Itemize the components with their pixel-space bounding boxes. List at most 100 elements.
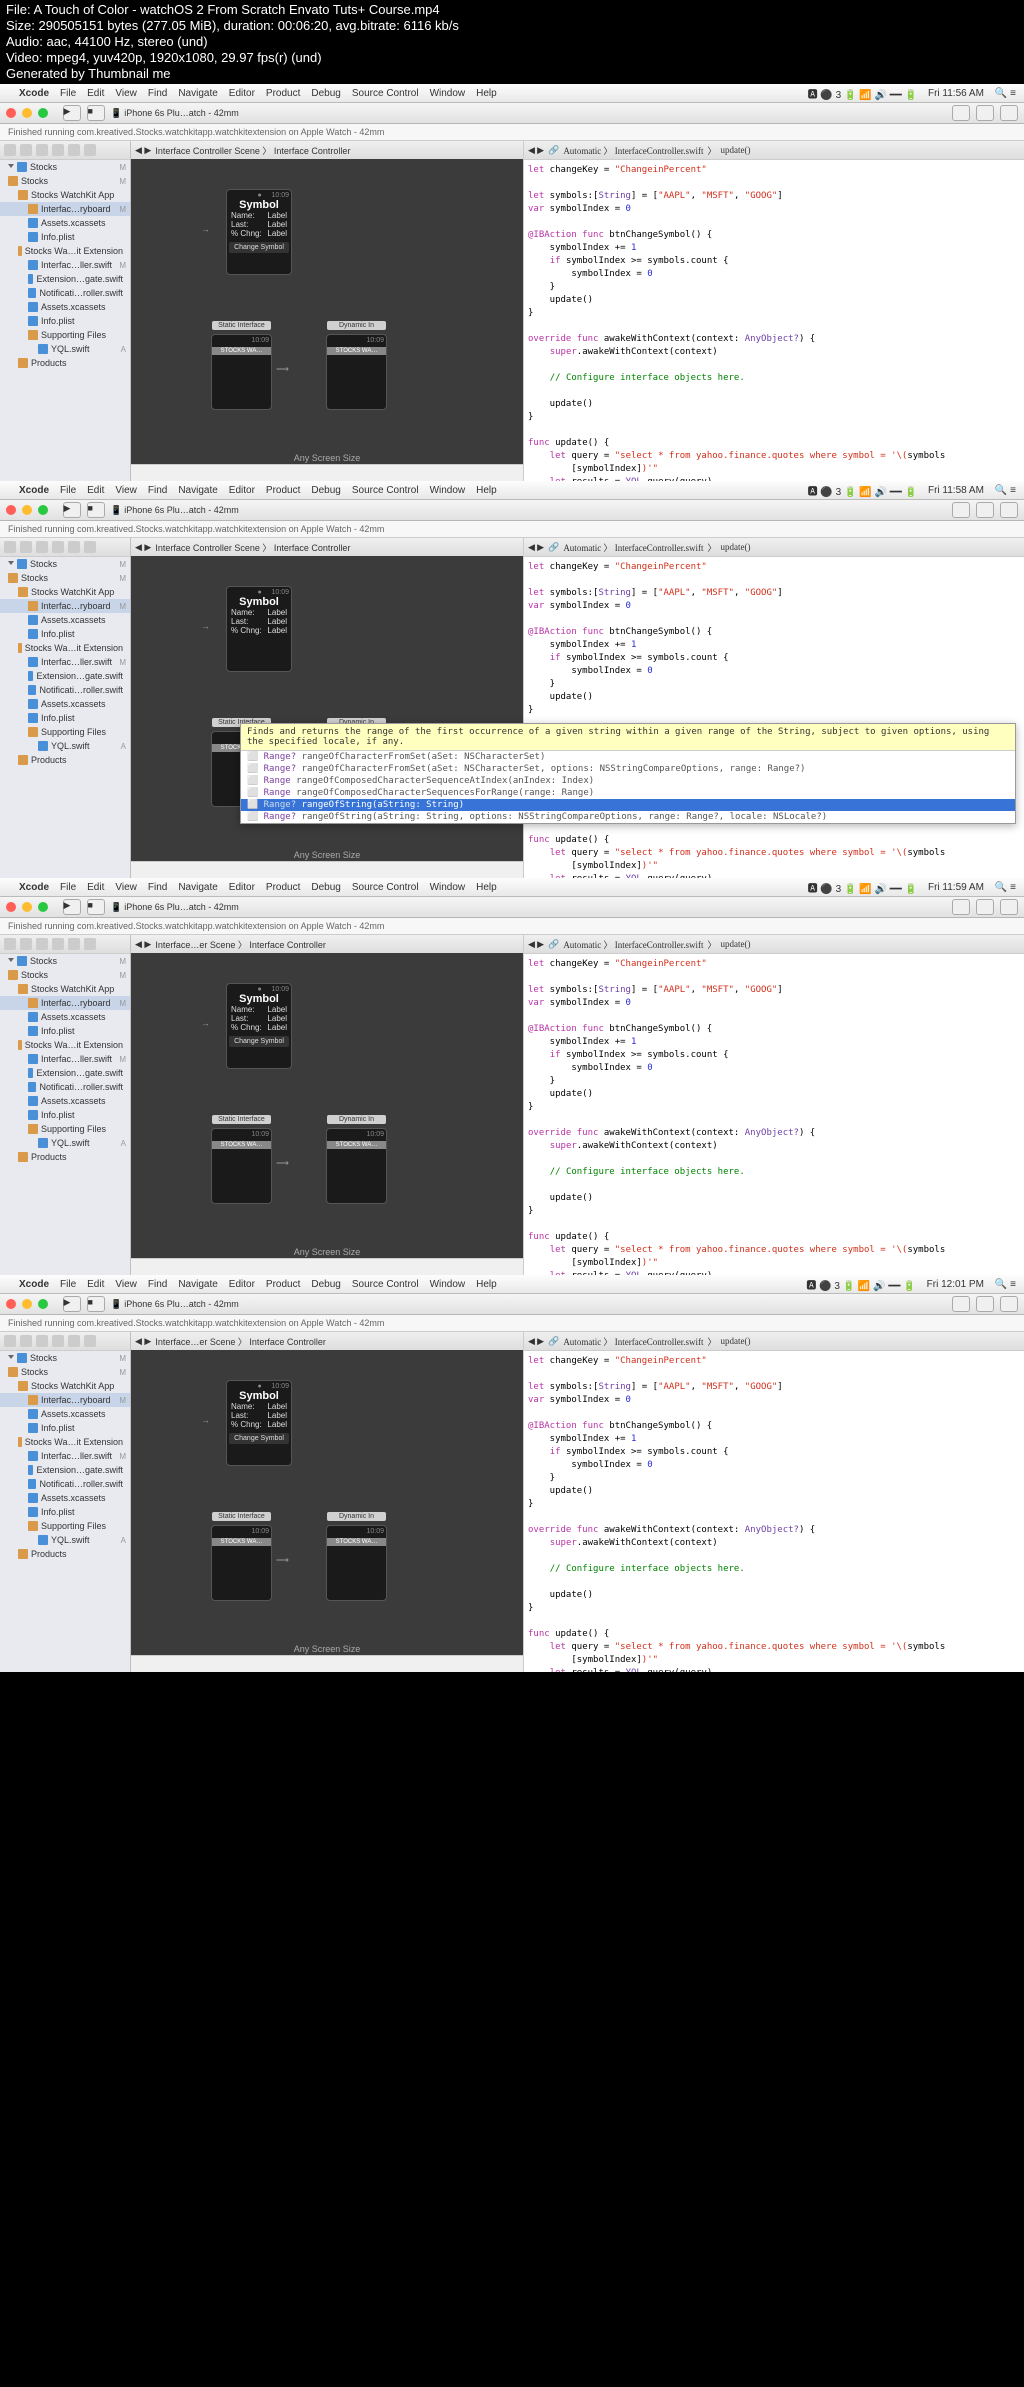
nav-item[interactable]: Interfac…ryboardM [0,599,130,613]
close-button[interactable] [6,902,16,912]
autocomplete-option[interactable]: ⬜ Range? rangeOfString(aString: String) [241,799,1015,811]
stop-button[interactable]: ■ [87,502,105,518]
nav-item[interactable]: Assets.xcassets [0,613,130,627]
interface-builder[interactable]: ◀ ▶Interface Controller Scene 〉 Interfac… [131,141,523,481]
nav-item[interactable]: Products [0,356,130,370]
change-symbol-button[interactable]: Change Symbol [229,1036,289,1047]
run-button[interactable]: ▶ [63,899,81,915]
minimize-button[interactable] [22,108,32,118]
app-menu[interactable]: Xcode [19,88,49,99]
nav-item[interactable]: Info.plist [0,230,130,244]
watch-preview-static[interactable]: Static Interface10:09STOCKS WA…Alert Lab… [211,1525,272,1601]
menu-item[interactable]: Window [430,882,466,893]
menu-item[interactable]: Editor [229,882,255,893]
close-button[interactable] [6,108,16,118]
app-menu[interactable]: Xcode [19,882,49,893]
menu-item[interactable]: Help [476,1279,497,1290]
project-navigator[interactable]: StocksMStocksMStocks WatchKit AppInterfa… [0,538,131,878]
zoom-button[interactable] [38,108,48,118]
menu-item[interactable]: Edit [87,882,104,893]
autocomplete-option[interactable]: ⬜ Range? rangeOfString(aString: String, … [241,811,1015,823]
nav-item[interactable]: Extension…gate.swift [0,1463,130,1477]
nav-item[interactable]: Extension…gate.swift [0,1066,130,1080]
menu-item[interactable]: View [115,485,137,496]
nav-item[interactable]: Products [0,1547,130,1561]
menu-item[interactable]: Find [148,1279,167,1290]
nav-item[interactable]: YQL.swiftA [0,1533,130,1547]
menubar[interactable]: XcodeFileEditViewFindNavigateEditorProdu… [0,84,1024,103]
breadcrumb[interactable]: Interface Controller Scene 〉 Interface C… [155,144,350,157]
nav-item[interactable]: Stocks Wa…it Extension [0,641,130,655]
autocomplete-option[interactable]: ⬜ Range rangeOfComposedCharacterSequence… [241,787,1015,799]
menu-item[interactable]: Navigate [178,485,217,496]
menu-item[interactable]: Debug [311,882,340,893]
menu-item[interactable]: Editor [229,485,255,496]
window-titlebar[interactable]: ▶■📱 iPhone 6s Plu…atch - 42mm [0,1294,1024,1315]
menu-item[interactable]: Navigate [178,1279,217,1290]
menu-item[interactable]: Product [266,882,300,893]
nav-item[interactable]: Stocks WatchKit App [0,188,130,202]
project-navigator[interactable]: StocksMStocksMStocks WatchKit AppInterfa… [0,141,131,481]
change-symbol-button[interactable]: Change Symbol [229,242,289,253]
nav-item[interactable]: Info.plist [0,1505,130,1519]
watch-preview-main[interactable]: ● 10:09SymbolName:LabelLast:Label% Chng:… [226,983,292,1069]
nav-item[interactable]: YQL.swiftA [0,1136,130,1150]
nav-item[interactable]: StocksM [0,174,130,188]
menu-item[interactable]: Edit [87,88,104,99]
nav-item[interactable]: Info.plist [0,1421,130,1435]
menu-item[interactable]: Editor [229,88,255,99]
nav-item[interactable]: StocksM [0,571,130,585]
window-titlebar[interactable]: ▶■📱 iPhone 6s Plu…atch - 42mm [0,103,1024,124]
change-symbol-button[interactable]: Change Symbol [229,1433,289,1444]
menu-item[interactable]: View [115,882,137,893]
nav-root[interactable]: StocksM [0,160,130,174]
code-editor[interactable]: let changeKey = "ChangeinPercent" let sy… [524,954,1024,1275]
nav-item[interactable]: Info.plist [0,1024,130,1038]
nav-item[interactable]: Products [0,753,130,767]
menu-item[interactable]: Edit [87,1279,104,1290]
nav-item[interactable]: StocksM [0,1365,130,1379]
watch-preview-dynamic[interactable]: Dynamic In10:09STOCKS WA…Alert Label [326,334,387,410]
app-menu[interactable]: Xcode [19,485,49,496]
breadcrumb[interactable]: Interface…er Scene 〉 Interface Controlle… [155,938,326,951]
stop-button[interactable]: ■ [87,899,105,915]
editor-breadcrumb[interactable]: ◀ ▶ 🔗 Automatic 〉 InterfaceController.sw… [524,141,1024,160]
interface-builder[interactable]: ◀ ▶Interface…er Scene 〉 Interface Contro… [131,935,523,1275]
editor-breadcrumb[interactable]: ◀ ▶ 🔗 Automatic 〉 InterfaceController.sw… [524,935,1024,954]
menu-item[interactable]: Window [430,1279,466,1290]
nav-item[interactable]: Extension…gate.swift [0,272,130,286]
nav-item[interactable]: Stocks WatchKit App [0,585,130,599]
menu-item[interactable]: Help [476,88,497,99]
menubar[interactable]: XcodeFileEditViewFindNavigateEditorProdu… [0,878,1024,897]
stop-button[interactable]: ■ [87,1296,105,1312]
editor-breadcrumb[interactable]: ◀ ▶ 🔗 Automatic 〉 InterfaceController.sw… [524,1332,1024,1351]
nav-item[interactable]: Interfac…ller.swiftM [0,1052,130,1066]
nav-root[interactable]: StocksM [0,954,130,968]
menu-item[interactable]: Find [148,485,167,496]
menu-item[interactable]: Find [148,882,167,893]
menu-item[interactable]: File [60,1279,76,1290]
watch-preview-main[interactable]: ● 10:09SymbolName:LabelLast:Label% Chng:… [226,189,292,275]
menu-item[interactable]: Source Control [352,485,419,496]
interface-builder[interactable]: ◀ ▶Interface Controller Scene 〉 Interfac… [131,538,523,878]
scheme-selector[interactable]: 📱 iPhone 6s Plu…atch - 42mm [111,505,239,516]
close-button[interactable] [6,505,16,515]
window-titlebar[interactable]: ▶■📱 iPhone 6s Plu…atch - 42mm [0,500,1024,521]
nav-item[interactable]: YQL.swiftA [0,342,130,356]
menu-item[interactable]: Source Control [352,882,419,893]
nav-item[interactable]: Supporting Files [0,328,130,342]
nav-item[interactable]: Interfac…ryboardM [0,996,130,1010]
nav-item[interactable]: Products [0,1150,130,1164]
nav-item[interactable]: Stocks WatchKit App [0,1379,130,1393]
menu-item[interactable]: Navigate [178,88,217,99]
code-editor[interactable]: let changeKey = "ChangeinPercent" let sy… [524,160,1024,481]
menu-item[interactable]: Source Control [352,1279,419,1290]
menubar[interactable]: XcodeFileEditViewFindNavigateEditorProdu… [0,1275,1024,1294]
code-editor[interactable]: let changeKey = "ChangeinPercent" let sy… [524,1351,1024,1672]
editor-breadcrumb[interactable]: ◀ ▶ 🔗 Automatic 〉 InterfaceController.sw… [524,538,1024,557]
nav-item[interactable]: Notificati…roller.swift [0,1477,130,1491]
nav-item[interactable]: Extension…gate.swift [0,669,130,683]
menu-item[interactable]: View [115,1279,137,1290]
menu-item[interactable]: Window [430,485,466,496]
menu-item[interactable]: Find [148,88,167,99]
